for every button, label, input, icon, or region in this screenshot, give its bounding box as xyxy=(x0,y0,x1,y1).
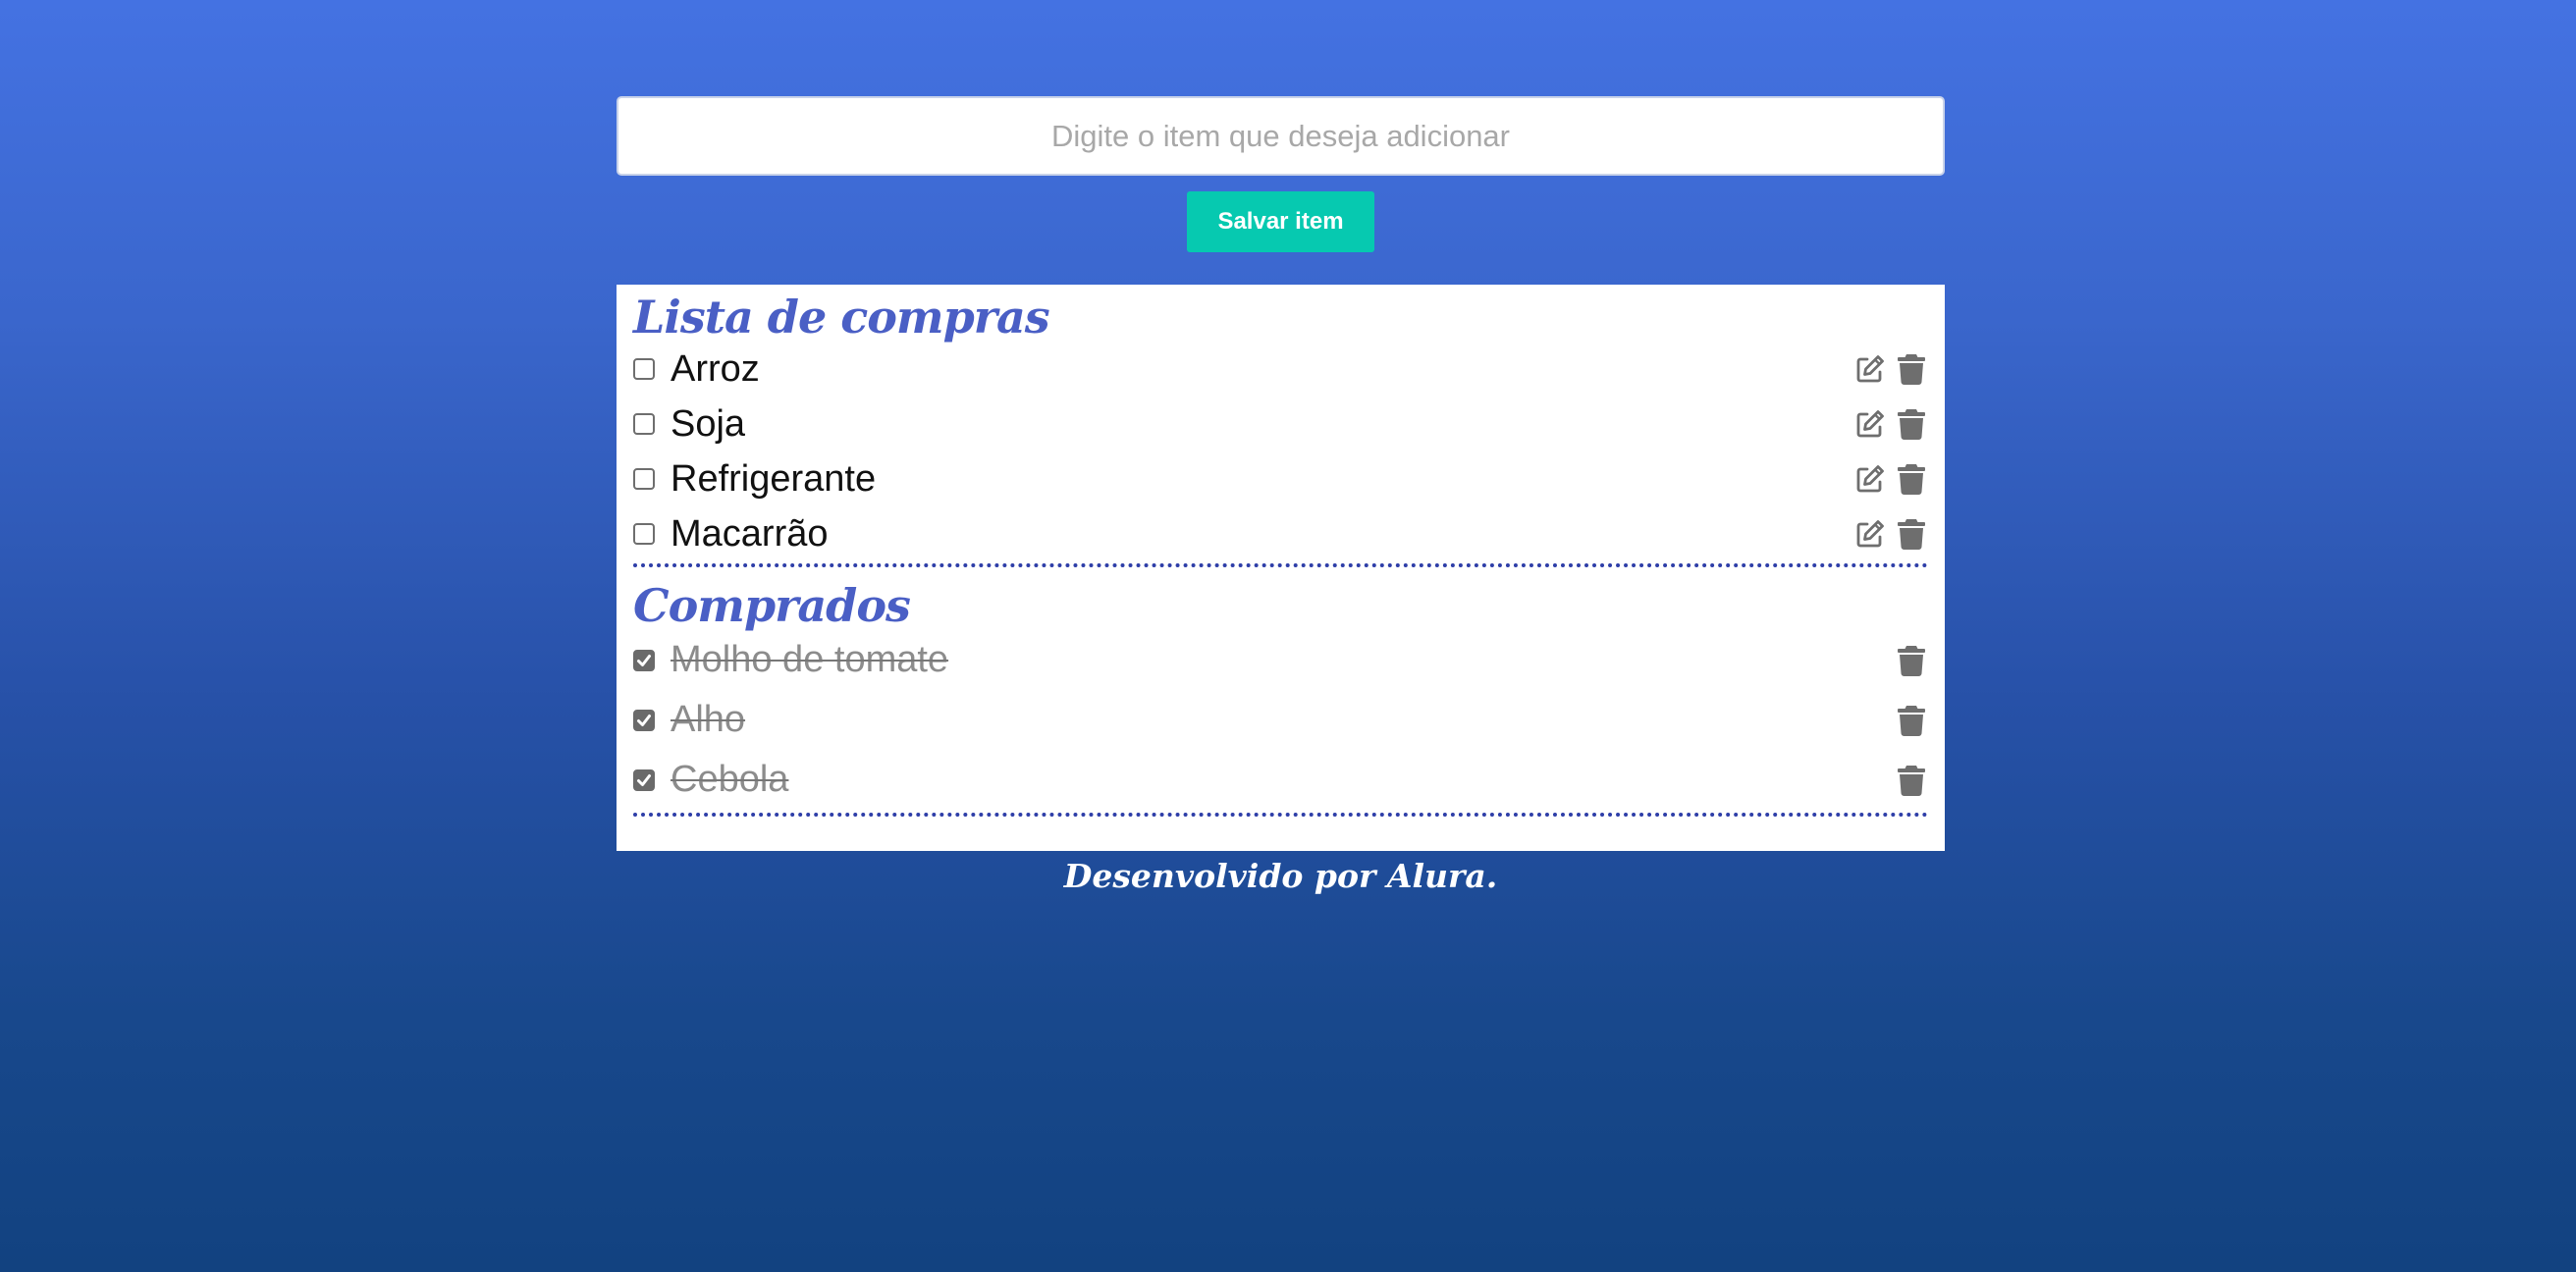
item-label: Molho de tomate xyxy=(671,639,949,680)
item-checkbox[interactable] xyxy=(633,649,655,671)
trash-icon[interactable] xyxy=(1895,644,1928,677)
item-label: Arroz xyxy=(671,347,760,390)
edit-icon[interactable] xyxy=(1853,517,1887,551)
list-item: Soja xyxy=(633,397,1928,451)
item-checkbox[interactable] xyxy=(633,358,655,380)
item-input[interactable] xyxy=(617,96,1945,176)
item-actions xyxy=(1895,644,1928,677)
list-item: Cebola xyxy=(633,750,1928,810)
shopping-list-card: Lista de compras Arroz Soja Refrigerante… xyxy=(617,285,1945,851)
bought-list: Molho de tomate Alho Cebola xyxy=(633,630,1928,810)
item-checkbox[interactable] xyxy=(633,468,655,490)
list-item: Arroz xyxy=(633,342,1928,397)
list-item: Alho xyxy=(633,690,1928,750)
bought-divider xyxy=(633,813,1928,817)
trash-icon[interactable] xyxy=(1895,517,1928,551)
to-buy-list: Arroz Soja Refrigerante Macarrão xyxy=(633,342,1928,561)
bought-title: Comprados xyxy=(633,579,911,632)
item-checkbox[interactable] xyxy=(633,709,655,731)
item-label: Alho xyxy=(671,699,746,740)
checkmark-icon xyxy=(637,773,651,786)
edit-icon[interactable] xyxy=(1853,462,1887,496)
save-item-button[interactable]: Salvar item xyxy=(1187,191,1374,252)
trash-icon[interactable] xyxy=(1895,352,1928,386)
item-label: Refrigerante xyxy=(671,457,877,500)
checkmark-icon xyxy=(637,714,651,726)
app-container: Salvar item Lista de compras Arroz Soja xyxy=(617,96,1945,898)
item-label: Soja xyxy=(671,402,746,445)
checkmark-icon xyxy=(637,654,651,666)
item-actions xyxy=(1895,764,1928,797)
trash-icon[interactable] xyxy=(1895,407,1928,441)
list-item: Molho de tomate xyxy=(633,630,1928,690)
edit-icon[interactable] xyxy=(1853,407,1887,441)
item-label: Macarrão xyxy=(671,512,829,555)
list-item: Refrigerante xyxy=(633,451,1928,506)
edit-icon[interactable] xyxy=(1853,352,1887,386)
trash-icon[interactable] xyxy=(1895,764,1928,797)
item-actions xyxy=(1853,462,1928,496)
trash-icon[interactable] xyxy=(1895,704,1928,737)
trash-icon[interactable] xyxy=(1895,462,1928,496)
item-actions xyxy=(1853,352,1928,386)
shopping-list-title: Lista de compras xyxy=(633,291,1050,344)
list-item: Macarrão xyxy=(633,506,1928,561)
item-actions xyxy=(1853,517,1928,551)
item-actions xyxy=(1895,704,1928,737)
item-checkbox[interactable] xyxy=(633,523,655,545)
item-checkbox[interactable] xyxy=(633,768,655,791)
item-checkbox[interactable] xyxy=(633,413,655,435)
item-actions xyxy=(1853,407,1928,441)
footer-credit: Desenvolvido por Alura. xyxy=(1063,857,1498,895)
item-label: Cebola xyxy=(671,759,789,800)
